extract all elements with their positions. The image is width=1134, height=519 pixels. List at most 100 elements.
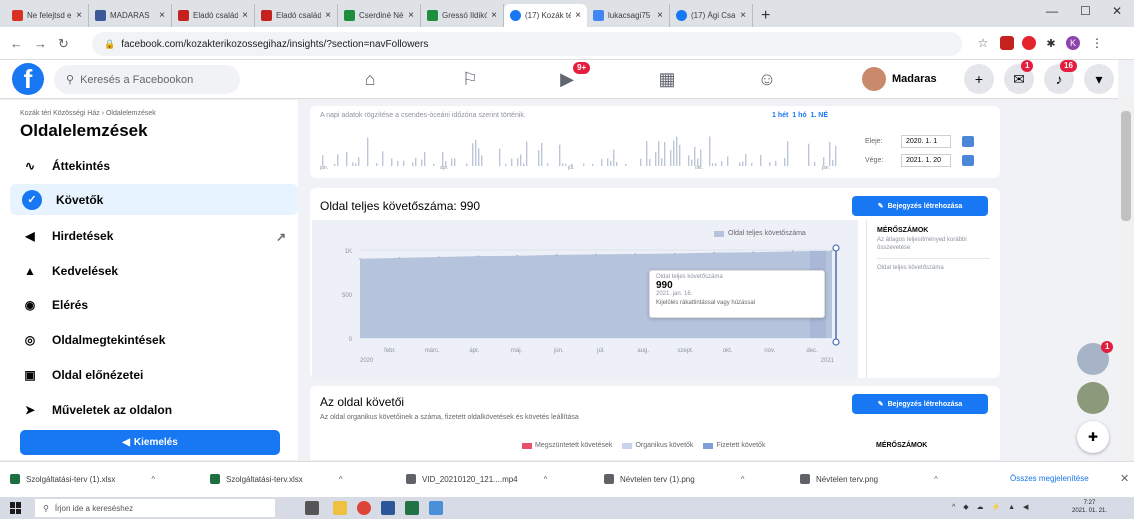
back-icon[interactable]: ← — [10, 36, 23, 51]
browser-tab[interactable]: Ne felejtsd el × — [6, 4, 89, 27]
browser-tab[interactable]: Cserdiné Né × — [338, 4, 421, 27]
page-scrollbar[interactable] — [1118, 99, 1134, 461]
flag-icon[interactable]: ⚐ — [459, 68, 481, 90]
download-item[interactable]: Szolgáltatási-terv.xlsx ^ — [210, 474, 343, 484]
browser-tab[interactable]: lukacsagi75 × — [587, 4, 670, 27]
browser-tab[interactable]: Gressó Ildikó × — [421, 4, 504, 27]
close-tab-icon[interactable]: × — [242, 10, 248, 21]
maximize-icon[interactable]: ☐ — [1080, 4, 1091, 18]
range-month-button[interactable]: 1 hó — [792, 112, 806, 119]
browser-tab[interactable]: Eladó családi × — [255, 4, 338, 27]
sidebar-item-reach[interactable]: ◉ Elérés — [10, 289, 298, 320]
close-tab-icon[interactable]: × — [159, 10, 165, 21]
range-ne-button[interactable]: 1. NÉ — [811, 112, 829, 119]
start-date-input[interactable]: 2020. 1. 1 — [901, 135, 951, 148]
sidebar-item-overview[interactable]: ∿ Áttekintés — [10, 150, 298, 181]
metric-row[interactable]: Oldal teljes követőszáma — [877, 258, 990, 271]
close-tab-icon[interactable]: × — [740, 10, 746, 21]
close-window-icon[interactable]: ✕ — [1112, 4, 1122, 18]
extension-icon[interactable] — [1000, 36, 1014, 50]
opera-icon[interactable] — [1022, 36, 1036, 50]
minimize-icon[interactable]: — — [1046, 4, 1058, 18]
excel-icon[interactable] — [405, 501, 419, 515]
profile-chip[interactable]: Madaras — [862, 65, 937, 93]
data-point — [398, 257, 401, 259]
windows-start-icon[interactable] — [10, 502, 22, 514]
breadcrumb[interactable]: Kozák téri Közösségi Ház › Oldalelemzése… — [20, 110, 156, 117]
range-sparkline[interactable] — [318, 130, 848, 166]
legend-item[interactable]: Fizetett követők — [703, 442, 765, 449]
close-download-bar-icon[interactable]: ✕ — [1120, 472, 1129, 485]
facebook-logo-icon[interactable]: f — [12, 63, 44, 95]
reload-icon[interactable]: ↻ — [58, 36, 69, 52]
url-field[interactable]: 🔒 facebook.com/kozakterikozossegihaz/insi… — [92, 32, 962, 56]
create-icon[interactable]: + — [964, 64, 994, 94]
chevron-up-icon[interactable]: ^ — [741, 475, 745, 484]
close-tab-icon[interactable]: × — [408, 10, 414, 21]
search-input[interactable]: ⚲ Keresés a Facebookon — [54, 65, 240, 94]
chevron-up-icon[interactable]: ^ — [339, 475, 343, 484]
sidebar-item-ads[interactable]: ◀ Hirdetések ↗ — [10, 220, 298, 251]
range-week-button[interactable]: 1 hét — [772, 112, 788, 119]
sidebar-item-followers[interactable]: ✓ Követők — [10, 184, 298, 215]
create-post-button[interactable]: ✎ Bejegyzés létrehozása — [852, 394, 988, 414]
sparkline-bar — [751, 163, 753, 166]
groups-icon[interactable]: ☺ — [756, 68, 778, 90]
range-handle-bottom[interactable] — [832, 338, 840, 346]
legend-item[interactable]: Megszüntetett követések — [522, 442, 612, 449]
new-message-icon[interactable]: ✚ — [1077, 421, 1109, 453]
forward-icon[interactable]: → — [34, 36, 47, 51]
home-icon[interactable]: ⌂ — [359, 68, 381, 90]
puzzle-icon[interactable]: ✱ — [1044, 36, 1058, 50]
file-explorer-icon[interactable] — [333, 501, 347, 515]
sidebar-item-page-previews[interactable]: ▣ Oldal előnézetei — [10, 359, 298, 390]
close-tab-icon[interactable]: × — [575, 10, 581, 21]
sparkline-bar — [367, 137, 369, 166]
scrollbar-thumb[interactable] — [1121, 111, 1131, 221]
end-date-input[interactable]: 2021. 1. 20 — [901, 154, 951, 167]
download-item[interactable]: Névtelen terv.png ^ — [800, 474, 938, 484]
followers-chart[interactable]: 1K 500 0 febr. márc. ápr. máj. jún. júl. aug. szep… — [312, 220, 858, 378]
taskbar-search-input[interactable]: ⚲ Írjon ide a kereséshez — [35, 499, 275, 517]
profile-avatar[interactable]: K — [1066, 36, 1080, 50]
legend-item[interactable]: Organikus követők — [622, 442, 693, 449]
chrome-icon[interactable] — [357, 501, 371, 515]
calendar-icon[interactable] — [962, 136, 974, 147]
download-item[interactable]: VID_20210120_121....mp4 ^ — [406, 474, 547, 484]
chevron-up-icon[interactable]: ^ — [544, 475, 548, 484]
new-tab-button[interactable]: + — [753, 4, 778, 27]
chevron-up-icon[interactable]: ^ — [934, 475, 938, 484]
sidebar-item-likes[interactable]: ▲ Kedvelések — [10, 255, 298, 286]
sparkline-bar — [421, 159, 423, 166]
system-tray[interactable]: ^ ◆ ☁ ⚡ ▲ ◀ — [952, 503, 1031, 511]
task-view-icon[interactable] — [305, 501, 319, 515]
marketplace-icon[interactable]: ▦ — [656, 68, 678, 90]
sidebar-item-actions[interactable]: ➤ Műveletek az oldalon — [10, 394, 298, 425]
browser-tab[interactable]: (17) Ági Csa × — [670, 4, 753, 27]
create-post-button[interactable]: ✎ Bejegyzés létrehozása — [852, 196, 988, 216]
external-link-icon[interactable]: ↗ — [276, 230, 286, 244]
download-item[interactable]: Névtelen terv (1).png ^ — [604, 474, 744, 484]
menu-dots-icon[interactable]: ⋮ — [1090, 36, 1104, 50]
range-handle-top[interactable] — [832, 244, 840, 252]
chat-head-avatar[interactable] — [1077, 382, 1109, 414]
chevron-up-icon[interactable]: ^ — [151, 475, 155, 484]
download-item[interactable]: Szolgáltatási-terv (1).xlsx ^ — [10, 474, 155, 484]
taskbar-clock[interactable]: 7:27 2021. 01. 21. — [1072, 499, 1107, 515]
browser-tab[interactable]: Eladó családi × — [172, 4, 255, 27]
browser-tab[interactable]: MADARAS × — [89, 4, 172, 27]
word-icon[interactable] — [381, 501, 395, 515]
star-icon[interactable]: ☆ — [976, 36, 990, 50]
close-tab-icon[interactable]: × — [76, 10, 82, 21]
sparkline-bar — [640, 158, 642, 166]
sidebar-item-page-views[interactable]: ◎ Oldalmegtekintések — [10, 324, 298, 355]
show-all-downloads-link[interactable]: Összes megjelenítése — [1010, 474, 1089, 483]
calendar-icon[interactable] — [962, 155, 974, 166]
close-tab-icon[interactable]: × — [657, 10, 663, 21]
close-tab-icon[interactable]: × — [491, 10, 497, 21]
promote-button[interactable]: ◀ Kiemelés — [20, 430, 280, 455]
account-menu-icon[interactable]: ▾ — [1084, 64, 1114, 94]
photos-icon[interactable] — [429, 501, 443, 515]
close-tab-icon[interactable]: × — [325, 10, 331, 21]
browser-tab-active[interactable]: (17) Kozák té × — [504, 4, 587, 27]
